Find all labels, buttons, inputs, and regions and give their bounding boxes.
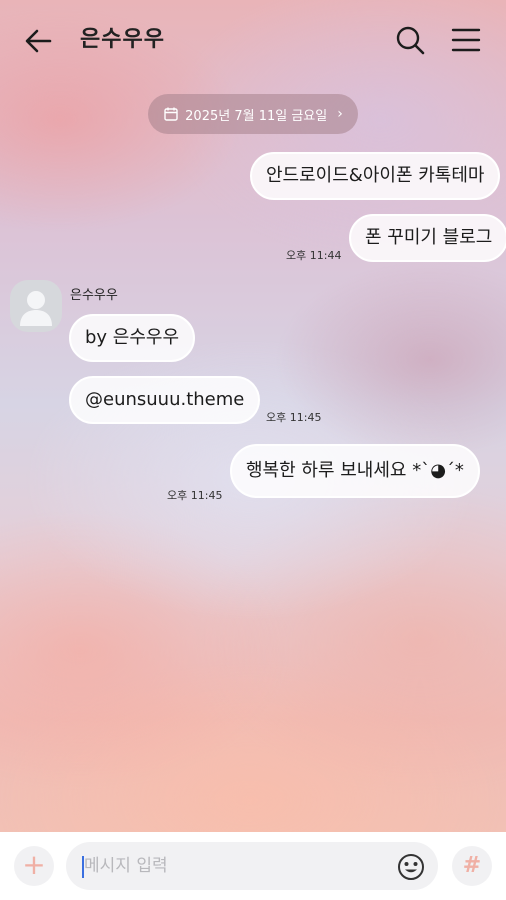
date-divider[interactable]: 2025년 7월 11일 금요일 › <box>148 94 358 134</box>
message-bubble-received[interactable]: by 은수우우 <box>69 314 196 362</box>
plus-button[interactable]: + <box>14 846 54 886</box>
emoji-icon[interactable] <box>396 852 426 882</box>
message-input-bar: + # <box>0 832 506 900</box>
default-profile-icon <box>20 291 52 326</box>
date-label: 2025년 7월 11일 금요일 <box>185 108 328 124</box>
avatar[interactable] <box>10 280 62 332</box>
calendar-icon <box>164 107 178 121</box>
hashtag-button[interactable]: # <box>452 846 492 886</box>
chat-title: 은수우우 <box>80 27 165 52</box>
text-caret <box>82 856 84 878</box>
message-time: 오후 11:45 <box>167 489 223 502</box>
sender-name: 은수우우 <box>70 288 118 303</box>
message-time: 오후 11:45 <box>266 411 322 424</box>
message-time: 오후 11:44 <box>286 249 342 262</box>
search-icon[interactable] <box>394 24 426 56</box>
hamburger-menu-icon[interactable] <box>450 24 482 56</box>
message-bubble-sent[interactable]: 폰 꾸미기 블로그 <box>349 214 506 262</box>
message-bubble-received[interactable]: @eunsuuu.theme <box>69 376 261 424</box>
back-arrow-icon[interactable] <box>22 24 56 58</box>
chat-header: 은수우우 <box>0 0 506 80</box>
message-bubble-sent[interactable]: 행복한 하루 보내세요 *ˋ◕ˊ* <box>230 444 480 498</box>
message-bubble-sent[interactable]: 안드로이드&아이폰 카톡테마 <box>250 152 501 200</box>
chevron-right-icon: › <box>337 106 343 122</box>
message-input[interactable] <box>66 842 438 890</box>
